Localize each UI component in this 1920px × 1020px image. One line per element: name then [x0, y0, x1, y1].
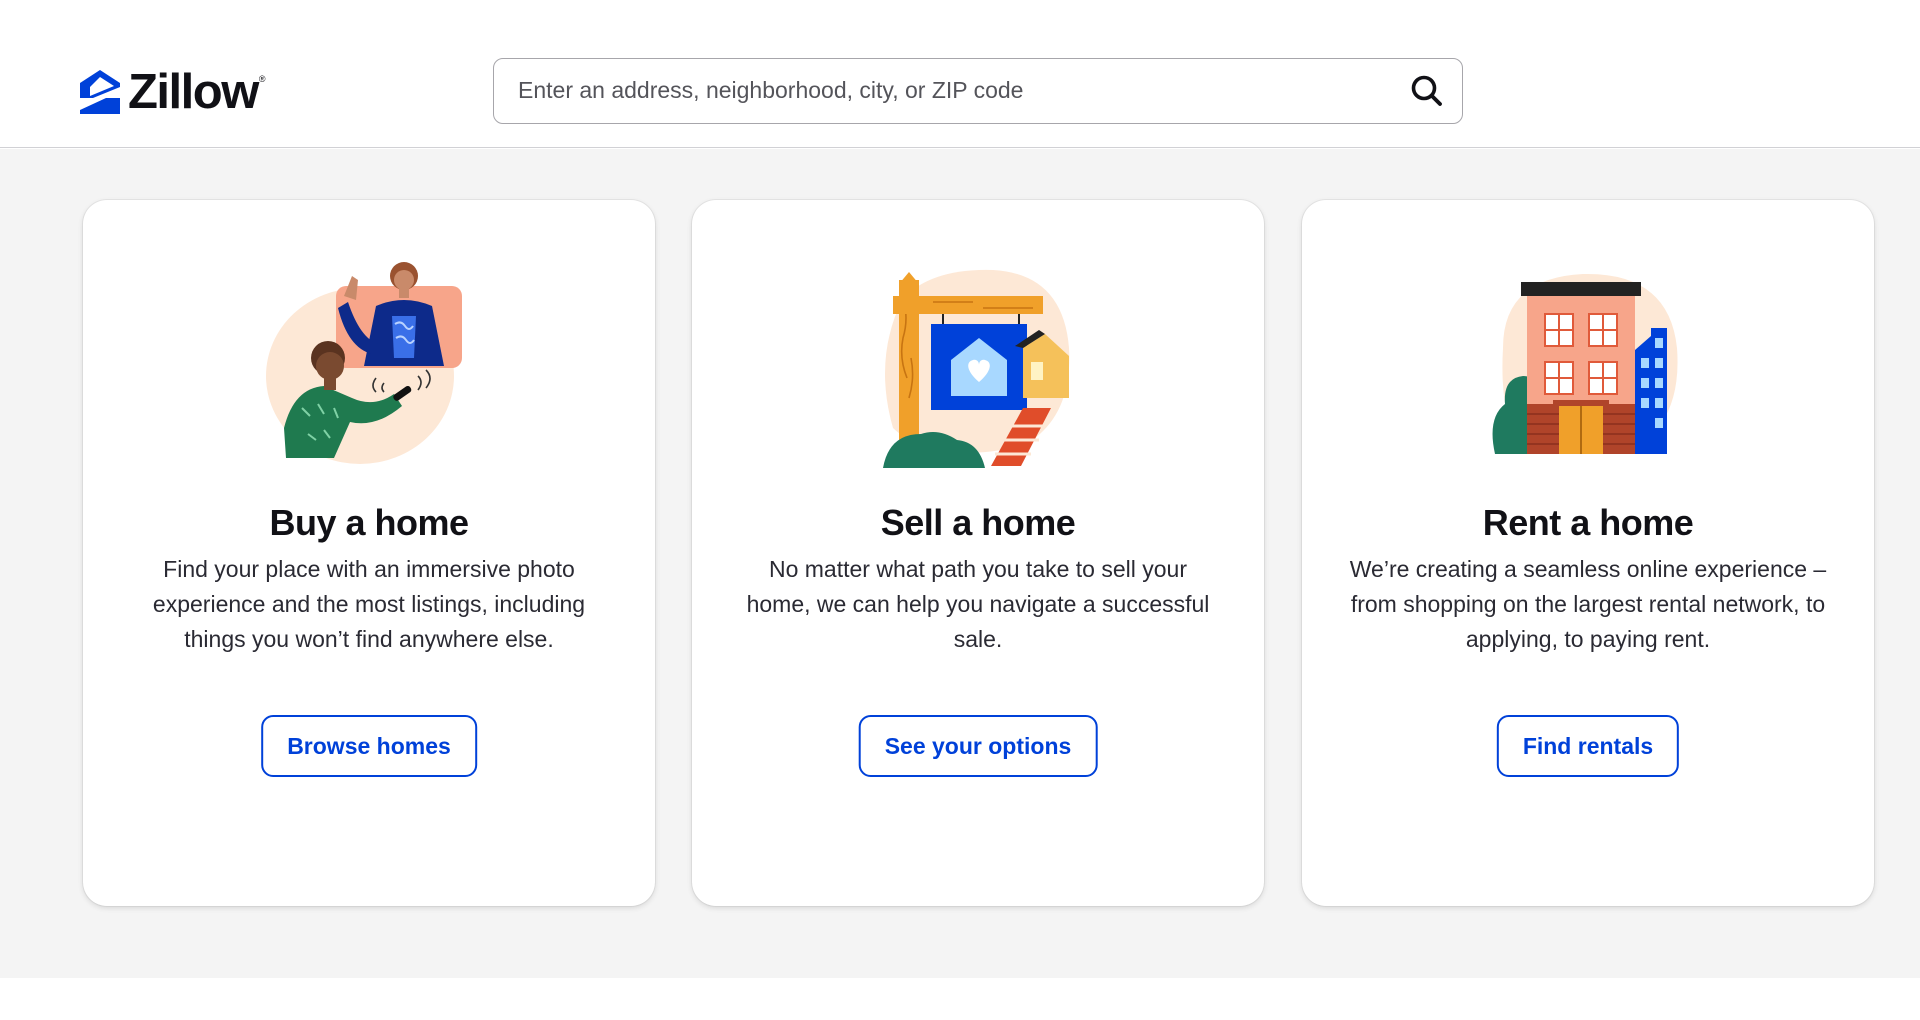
card-title: Sell a home — [880, 502, 1076, 543]
card-description: We’re creating a seamless online experie… — [1349, 556, 1827, 652]
search-input[interactable] — [518, 59, 1368, 122]
card-title: Buy a home — [269, 502, 469, 543]
card-description: Find your place with an immersive photo … — [152, 556, 586, 652]
search-icon[interactable] — [1410, 74, 1444, 108]
logo-text: Zillow — [128, 64, 259, 119]
zillow-logo[interactable]: Zillow ® — [80, 64, 266, 119]
find-rentals-button[interactable]: Find rentals — [1496, 715, 1680, 777]
zillow-logo-icon — [80, 70, 120, 114]
browse-homes-button[interactable]: Browse homes — [261, 715, 477, 777]
card-title: Rent a home — [1482, 502, 1694, 543]
rent-home-card: Rent a home We’re creating a seamless on… — [1302, 200, 1874, 906]
sell-home-card: Sell a home No matter what path you take… — [692, 200, 1264, 906]
card-description: No matter what path you take to sell you… — [746, 556, 1210, 652]
logo-registered-mark: ® — [258, 74, 266, 84]
buy-home-card: Buy a home Find your place with an immer… — [83, 200, 655, 906]
site-header: Zillow ® — [0, 0, 1920, 148]
sell-home-illustration — [883, 269, 1070, 468]
footer-strip — [0, 978, 1920, 1020]
see-your-options-button[interactable]: See your options — [858, 715, 1098, 777]
search-bar — [493, 58, 1463, 124]
rent-home-illustration — [1492, 273, 1678, 454]
buy-home-illustration — [266, 262, 462, 464]
